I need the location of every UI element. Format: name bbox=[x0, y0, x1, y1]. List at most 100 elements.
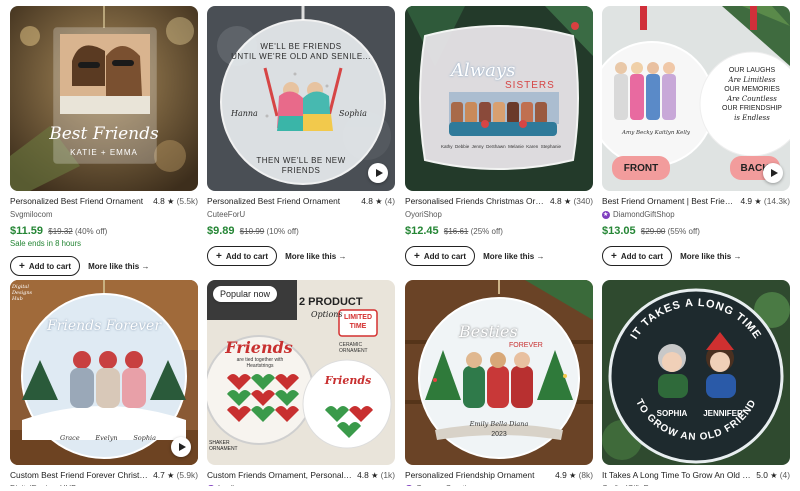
shop-name[interactable]: OyoriShop bbox=[405, 209, 593, 221]
arrow-right-icon: → bbox=[536, 251, 545, 261]
more-like-this-link[interactable]: More like this → bbox=[88, 262, 149, 271]
ornament-title-sisters: SISTERS bbox=[505, 80, 555, 91]
ornament-names: Amy Becky Kaitlyn Kelly bbox=[622, 130, 690, 136]
arrow-right-icon: → bbox=[141, 261, 150, 271]
listing-title[interactable]: Personalized Best Friend Ornament bbox=[10, 195, 153, 207]
ornament-name-1: Hanna bbox=[231, 109, 258, 118]
listing-image[interactable]: Always SISTERS Kathy Debbie Jenny DeShawn Me… bbox=[405, 6, 593, 191]
price-row: $9.89 $10.99 (10% off) bbox=[207, 224, 395, 238]
ornament-quote-bottom: THEN WE'LL BE NEW FRIENDS bbox=[256, 156, 346, 175]
rating: 4.7 ★ (5.9k) bbox=[153, 469, 198, 480]
star-icon: ★ bbox=[754, 196, 762, 206]
shop-name[interactable]: Svgmilocom bbox=[10, 209, 198, 221]
shop-watermark: Digital Designs Hub bbox=[12, 284, 33, 302]
listing-title[interactable]: Personalized Best Friend Ornament bbox=[207, 195, 361, 207]
listing-image[interactable]: Popular now 2 PRODUCT Options LIMITED TIM… bbox=[207, 280, 395, 465]
rating: 5.0 ★ (4) bbox=[756, 469, 790, 480]
star-icon: ★ bbox=[167, 470, 175, 480]
ornament-quote: OUR LAUGHS Are Limitless OUR MEMORIES Ar… bbox=[722, 67, 782, 122]
sale-price: $11.59 bbox=[10, 225, 44, 237]
ornament-name-1: SOPHIA bbox=[656, 409, 688, 418]
more-like-this-link[interactable]: More like this → bbox=[483, 252, 544, 261]
listing-card[interactable]: Best Friends KATIE + EMMA Personalized B… bbox=[10, 6, 198, 276]
star-icon: ★ bbox=[770, 470, 778, 480]
add-to-cart-button[interactable]: + Add to cart bbox=[10, 256, 81, 276]
sale-price: $12.45 bbox=[405, 225, 439, 237]
shop-name[interactable]: CuteeForU bbox=[207, 209, 395, 221]
listing-image[interactable]: Digital Designs Hub Friends Forever Grac… bbox=[10, 280, 198, 465]
original-price: $16.61 bbox=[443, 227, 469, 236]
add-to-cart-button[interactable]: + Add to cart bbox=[207, 246, 278, 266]
star-icon: ★ bbox=[375, 196, 383, 206]
friends-heading-ceramic: Friends bbox=[324, 374, 372, 387]
listing-image[interactable]: Besties FOREVER Emily Bella Diana 2023 bbox=[405, 280, 593, 465]
rating: 4.9 ★ (14.3k) bbox=[740, 195, 790, 206]
shop-name[interactable]: DiamondGiftShop bbox=[602, 209, 790, 221]
discount: (40% off) bbox=[74, 227, 108, 236]
heartstrings-text: are tied together with Heartstrings bbox=[236, 357, 284, 369]
listing-title[interactable]: Personalized Friendship Ornament bbox=[405, 469, 555, 481]
besties-figures bbox=[463, 352, 533, 408]
ornament-names: KATIE + EMMA bbox=[70, 148, 138, 157]
add-to-cart-button[interactable]: + Add to cart bbox=[405, 246, 476, 266]
listing-card[interactable]: IT TAKES A LONG TIME TO GROW AN OLD FRIE… bbox=[602, 280, 790, 491]
ornament-photo bbox=[405, 6, 593, 191]
more-like-this-link[interactable]: More like this → bbox=[285, 252, 346, 261]
rating: 4.8 ★ (5.5k) bbox=[153, 195, 198, 206]
play-video-icon[interactable] bbox=[368, 163, 388, 183]
price-row: $12.45 $16.61 (25% off) bbox=[405, 224, 593, 238]
sale-price: $13.05 bbox=[602, 225, 636, 237]
rating: 4.8 ★ (1k) bbox=[357, 469, 395, 480]
original-price: $29.00 bbox=[640, 227, 666, 236]
listing-card[interactable]: Popular now 2 PRODUCT Options LIMITED TIM… bbox=[207, 280, 395, 491]
listing-card[interactable]: Always SISTERS Kathy Debbie Jenny DeShawn Me… bbox=[405, 6, 593, 266]
ornament-name-2: Sophia bbox=[339, 109, 367, 118]
product-options-sub: Options bbox=[311, 310, 343, 319]
listing-image[interactable]: IT TAKES A LONG TIME TO GROW AN OLD FRIE… bbox=[602, 280, 790, 465]
listing-card[interactable]: Besties FOREVER Emily Bella Diana 2023 P… bbox=[405, 280, 593, 491]
add-to-cart-button[interactable]: + Add to cart bbox=[602, 246, 673, 266]
friends-heading: Friends bbox=[225, 338, 293, 357]
price-row: $11.59 $19.32 (40% off) bbox=[10, 224, 198, 238]
arrow-right-icon: → bbox=[733, 251, 742, 261]
play-video-icon[interactable] bbox=[763, 163, 783, 183]
ornament-photo: IT TAKES A LONG TIME TO GROW AN OLD FRIE… bbox=[602, 280, 790, 465]
shaker-label: SHAKER ORNAMENT bbox=[209, 440, 238, 452]
listing-image[interactable]: Best Friends KATIE + EMMA bbox=[10, 6, 198, 191]
listing-title[interactable]: Personalised Friends Christmas Ornament bbox=[405, 195, 550, 207]
listing-image[interactable]: Amy Becky Kaitlyn Kelly OUR LAUGHS Are L… bbox=[602, 6, 790, 191]
listing-card[interactable]: Amy Becky Kaitlyn Kelly OUR LAUGHS Are L… bbox=[602, 6, 790, 266]
discount: (55% off) bbox=[667, 227, 700, 236]
rating: 4.9 ★ (8k) bbox=[555, 469, 593, 480]
limited-time-badge: LIMITED TIME bbox=[344, 314, 372, 330]
listing-card[interactable]: Digital Designs Hub Friends Forever Grac… bbox=[10, 280, 198, 491]
listing-title[interactable]: It Takes A Long Time To Grow An Old Frie… bbox=[602, 469, 756, 481]
listing-title[interactable]: Best Friend Ornament | Best Friend Gift bbox=[602, 195, 740, 207]
play-video-icon[interactable] bbox=[171, 437, 191, 457]
listing-title[interactable]: Custom Best Friend Forever Christmas Orn… bbox=[10, 469, 153, 481]
front-label: FRONT bbox=[623, 163, 659, 174]
plus-icon: + bbox=[414, 250, 420, 262]
ornament-text: Best Friends bbox=[49, 124, 159, 144]
original-price: $10.99 bbox=[239, 227, 265, 236]
star-icon: ★ bbox=[371, 470, 379, 480]
sisters-figures bbox=[451, 102, 547, 124]
listing-card[interactable]: WE'LL BE FRIENDS UNTIL WE'RE OLD AND SEN… bbox=[207, 6, 395, 266]
page-bottom-edge bbox=[0, 486, 800, 491]
star-icon: ★ bbox=[569, 470, 577, 480]
plus-icon: + bbox=[216, 250, 222, 262]
plus-icon: + bbox=[611, 250, 617, 262]
price-row: $13.05 $29.00 (55% off) bbox=[602, 224, 790, 238]
listing-image[interactable]: WE'LL BE FRIENDS UNTIL WE'RE OLD AND SEN… bbox=[207, 6, 395, 191]
arrow-right-icon: → bbox=[338, 251, 347, 261]
ornament-name-2: JENNIFER bbox=[703, 409, 743, 418]
popular-now-badge: Popular now bbox=[213, 286, 278, 302]
ornament-names: Emily Bella Diana bbox=[469, 420, 529, 428]
ornament-names: Kathy Debbie Jenny DeShawn Melanie Karen Steph… bbox=[441, 144, 561, 149]
product-options-heading: 2 PRODUCT bbox=[299, 296, 363, 308]
discount: (10% off) bbox=[266, 227, 299, 236]
star-seller-icon bbox=[602, 209, 610, 221]
more-like-this-link[interactable]: More like this → bbox=[680, 252, 741, 261]
discount: (25% off) bbox=[470, 227, 503, 236]
listing-title[interactable]: Custom Friends Ornament, Personalized Gi… bbox=[207, 469, 357, 481]
